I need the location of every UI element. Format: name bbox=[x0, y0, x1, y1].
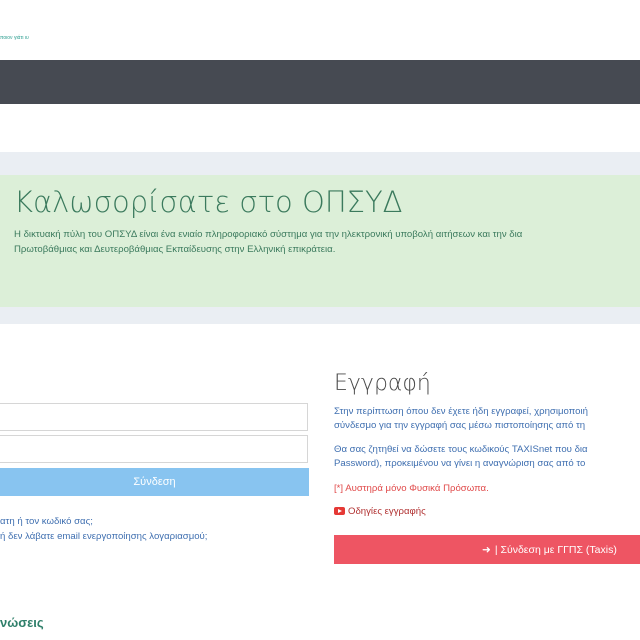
natural-persons-note: [*] Αυστηρά μόνο Φυσικά Πρόσωπα. bbox=[334, 483, 489, 494]
login-button[interactable]: Σύνδεση bbox=[0, 468, 309, 496]
forgot-credentials-link[interactable]: ατη ή τον κωδικό σας; bbox=[0, 516, 93, 527]
site-logo[interactable]: ποιον γιάτι ιυ bbox=[0, 35, 29, 41]
taxis-login-label: | Σύνδεση με ΓΓΠΣ (Taxis) bbox=[494, 543, 617, 556]
registration-p1-line-2: σύνδεσμο για την εγγραφή σας μέσω πιστοπ… bbox=[334, 419, 586, 431]
welcome-description-line-2: Πρωτοβάθμιας και Δευτεροβάθμιας Εκπαίδευ… bbox=[14, 244, 336, 255]
resend-activation-link[interactable]: ή δεν λάβατε email ενεργοποίησης λογαρια… bbox=[0, 531, 207, 542]
youtube-icon bbox=[334, 507, 345, 515]
registration-guide-link[interactable]: Οδηγίες εγγραφής bbox=[334, 506, 426, 517]
registration-paragraph-1: Στην περίπτωση όπου δεν έχετε ήδη εγγραφ… bbox=[334, 405, 640, 432]
welcome-panel: Καλωσορίσατε στο ΟΠΣΥΔ Η δικτυακή πύλη τ… bbox=[0, 175, 640, 307]
password-input[interactable] bbox=[0, 435, 308, 463]
registration-p1-line-1: Στην περίπτωση όπου δεν έχετε ήδη εγγραφ… bbox=[334, 406, 588, 417]
notices-heading: νώσεις bbox=[0, 615, 44, 630]
registration-paragraph-2: Θα σας ζητηθεί να δώσετε τους κωδικούς T… bbox=[334, 443, 640, 470]
username-input[interactable] bbox=[0, 403, 308, 431]
welcome-title: Καλωσορίσατε στο ΟΠΣΥΔ bbox=[14, 185, 403, 219]
taxis-login-button[interactable]: ➜ | Σύνδεση με ΓΓΠΣ (Taxis) bbox=[334, 535, 640, 564]
registration-title: Εγγραφή bbox=[334, 371, 431, 396]
registration-p2-line-1: Θα σας ζητηθεί να δώσετε τους κωδικούς T… bbox=[334, 444, 588, 455]
registration-guide-label: Οδηγίες εγγραφής bbox=[348, 506, 426, 517]
top-navigation-bar bbox=[0, 60, 640, 104]
sign-in-icon: ➜ bbox=[482, 543, 491, 556]
welcome-description: Η δικτυακή πύλη του ΟΠΣΥΔ είναι ένα ενια… bbox=[14, 227, 640, 257]
registration-p2-line-2: Password), προκειμένου να γίνει η αναγνώ… bbox=[334, 457, 586, 469]
welcome-description-line-1: Η δικτυακή πύλη του ΟΠΣΥΔ είναι ένα ενια… bbox=[14, 229, 523, 240]
